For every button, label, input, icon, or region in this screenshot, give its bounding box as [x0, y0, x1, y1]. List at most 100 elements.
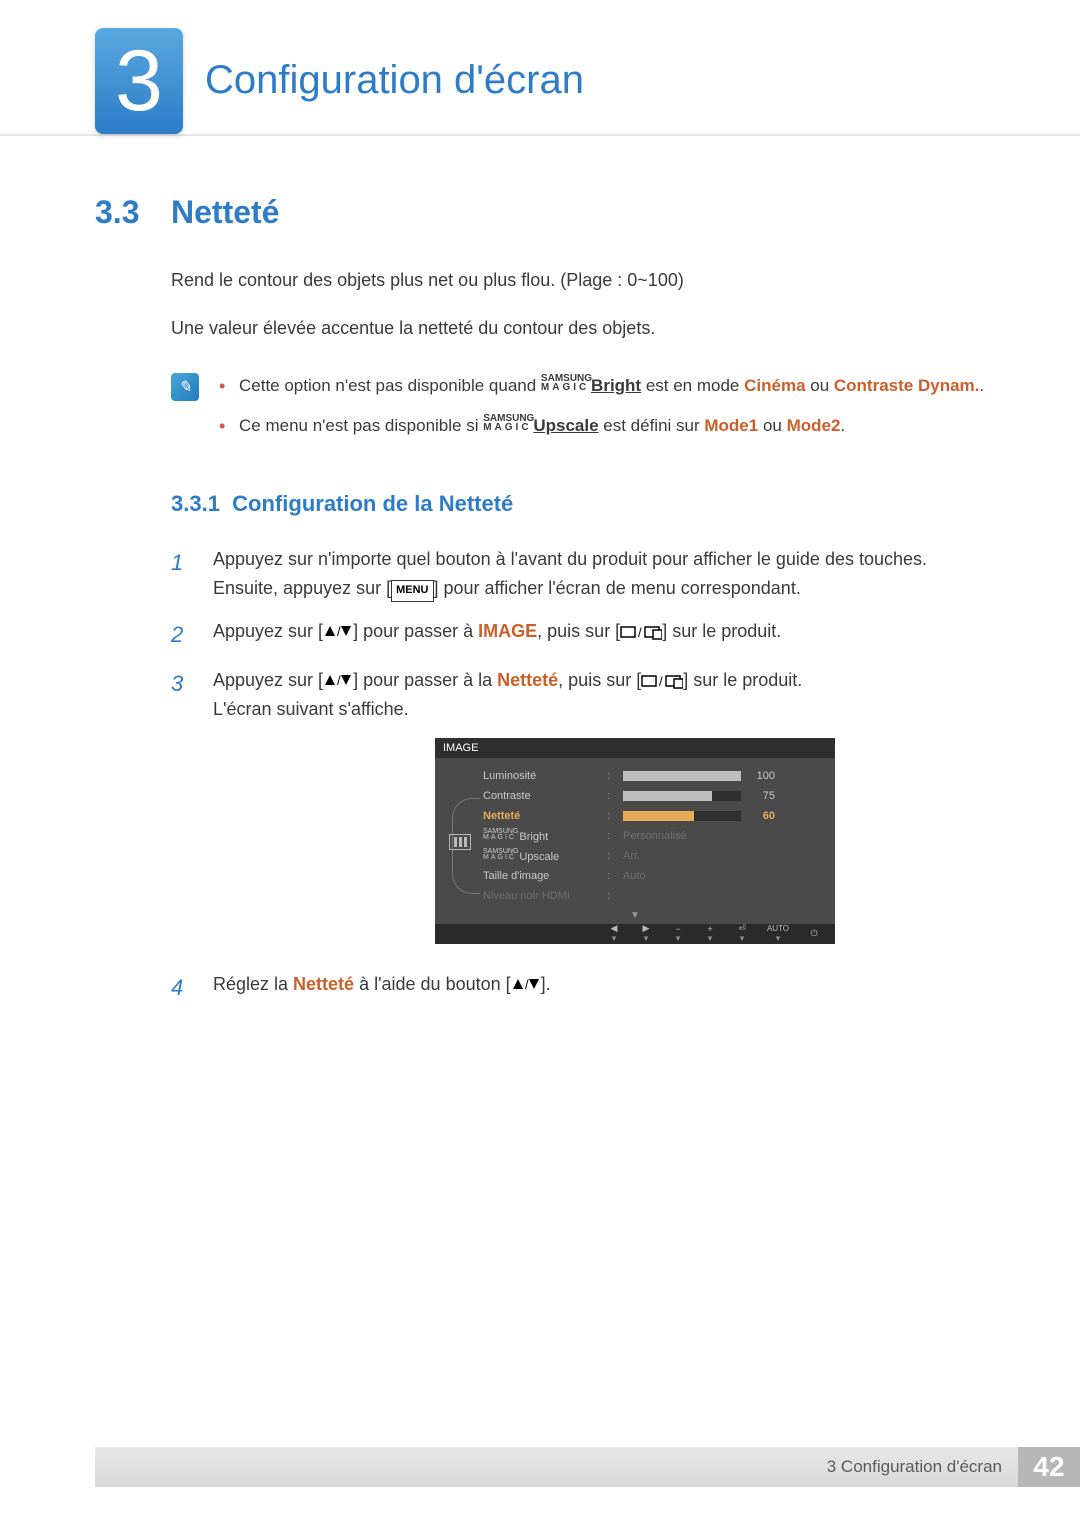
- rect-pair-icon: /: [620, 624, 662, 640]
- note-icon: ✎: [171, 373, 199, 401]
- image-label: IMAGE: [478, 621, 537, 641]
- osd-value: 100: [747, 770, 775, 782]
- steps-list: 1 Appuyez sur n'importe quel bouton à l'…: [171, 545, 985, 723]
- chapter-header: 3 Configuration d'écran: [95, 28, 985, 134]
- note-box: ✎ Cette option n'est pas disponible quan…: [171, 373, 985, 454]
- menu-key-icon: MENU: [391, 580, 433, 602]
- svg-text:/: /: [337, 673, 341, 687]
- osd-row-label: Luminosité: [483, 770, 601, 782]
- up-down-triangle-icon: /: [323, 673, 353, 687]
- note1-text-b: est en mode: [641, 376, 744, 395]
- page-footer: 3 Configuration d'écran 42: [95, 1447, 1080, 1487]
- footer-page-number: 42: [1018, 1447, 1080, 1487]
- osd-enter-icon: ⏎▼: [731, 924, 753, 943]
- step-number: 4: [171, 970, 195, 1005]
- osd-row: SAMSUNGMAGICBright:Personnalisé: [483, 826, 825, 846]
- osd-slider: [623, 771, 741, 781]
- step-3: 3 Appuyez sur [ / ] pour passer à la Nette…: [171, 666, 985, 724]
- mode1-label: Mode1: [704, 416, 758, 435]
- svg-text:/: /: [337, 624, 341, 638]
- step-2: 2 Appuyez sur [ / ] pour passer à IMAGE, p…: [171, 617, 985, 652]
- step2-text-a: Appuyez sur [: [213, 621, 323, 641]
- magic-upscale-label: Upscale: [533, 416, 598, 435]
- osd-value: 60: [747, 810, 775, 822]
- note-bullet-2: Ce menu n'est pas disponible si SAMSUNGM…: [217, 413, 984, 439]
- subsection-heading: 3.3.1 Configuration de la Netteté: [171, 491, 985, 517]
- osd-row: Taille d'image:Auto: [483, 866, 825, 886]
- svg-text:/: /: [638, 625, 642, 640]
- note-bullet-1: Cette option n'est pas disponible quand …: [217, 373, 984, 399]
- samsung-magic-logo: SAMSUNGMAGIC: [483, 414, 534, 432]
- subsection-title: Configuration de la Netteté: [232, 491, 513, 516]
- osd-row: Netteté:60: [483, 806, 825, 826]
- osd-minus-icon: −▼: [667, 924, 689, 943]
- step4-text-a: Réglez la: [213, 974, 293, 994]
- note2-text-b: est défini sur: [599, 416, 705, 435]
- svg-text:/: /: [525, 977, 529, 991]
- osd-slider: [623, 791, 741, 801]
- step2-text-c: , puis sur [: [537, 621, 620, 641]
- step4-text-b: à l'aide du bouton [: [354, 974, 511, 994]
- mode-contrast-dynam: Contraste Dynam.: [834, 376, 979, 395]
- osd-row-label: Niveau noir HDMI: [483, 890, 601, 902]
- osd-text-value: Auto: [623, 870, 646, 882]
- mode2-label: Mode2: [787, 416, 841, 435]
- note-list: Cette option n'est pas disponible quand …: [217, 373, 984, 454]
- osd-nav-right-icon: ▶▼: [635, 924, 657, 943]
- osd-title: IMAGE: [435, 738, 835, 758]
- footer-chapter-label: 3 Configuration d'écran: [95, 1447, 1018, 1487]
- chapter-number-badge: 3: [95, 28, 183, 134]
- osd-value: 75: [747, 790, 775, 802]
- osd-category-icon: [449, 834, 471, 850]
- rect-pair-icon: /: [641, 673, 683, 689]
- step2-text-b: ] pour passer à: [353, 621, 478, 641]
- step-1: 1 Appuyez sur n'importe quel bouton à l'…: [171, 545, 985, 603]
- note2-text-c: ou: [758, 416, 786, 435]
- samsung-magic-logo: SAMSUNGMAGIC: [541, 374, 592, 392]
- osd-screenshot: IMAGE Luminosité:100Contraste:75Netteté:…: [435, 738, 985, 944]
- osd-row: SAMSUNGMAGICUpscale:Arr.: [483, 846, 825, 866]
- section-title: Netteté: [171, 194, 279, 230]
- nettete-label: Netteté: [293, 974, 354, 994]
- step3-text-e: L'écran suivant s'affiche.: [213, 699, 409, 719]
- note1-text-a: Cette option n'est pas disponible quand: [239, 376, 541, 395]
- note1-text-d: .: [979, 376, 984, 395]
- section-heading: 3.3Netteté: [95, 194, 985, 231]
- step3-text-a: Appuyez sur [: [213, 670, 323, 690]
- note2-text-d: .: [840, 416, 845, 435]
- osd-auto-label: AUTO▼: [763, 924, 793, 943]
- up-down-triangle-icon: /: [323, 624, 353, 638]
- osd-power-icon: ⏻: [803, 929, 825, 939]
- note1-text-c: ou: [806, 376, 834, 395]
- intro-paragraph-2: Une valeur élevée accentue la netteté du…: [171, 315, 985, 343]
- osd-more-down-icon: ▼: [435, 910, 835, 924]
- step4-text-c: ].: [541, 974, 551, 994]
- step-number: 1: [171, 545, 195, 603]
- up-down-triangle-icon: /: [511, 977, 541, 991]
- step1-text-b: ] pour afficher l'écran de menu correspo…: [434, 578, 801, 598]
- mode-cinema: Cinéma: [744, 376, 805, 395]
- osd-footer: ◀▼ ▶▼ −▼ +▼ ⏎▼ AUTO▼ ⏻: [435, 924, 835, 944]
- note2-text-a: Ce menu n'est pas disponible si: [239, 416, 483, 435]
- intro-paragraph-1: Rend le contour des objets plus net ou p…: [171, 267, 985, 295]
- osd-row-label: SAMSUNGMAGICBright: [483, 829, 601, 843]
- nettete-label: Netteté: [497, 670, 558, 690]
- magic-bright-label: Bright: [591, 376, 641, 395]
- osd-plus-icon: +▼: [699, 924, 721, 943]
- osd-row-label: Contraste: [483, 790, 601, 802]
- step-number: 2: [171, 617, 195, 652]
- step3-text-d: ] sur le produit.: [683, 670, 802, 690]
- svg-text:/: /: [659, 674, 663, 689]
- osd-slider: [623, 811, 741, 821]
- osd-text-value: Arr.: [623, 850, 640, 862]
- osd-row-label: SAMSUNGMAGICUpscale: [483, 849, 601, 863]
- step2-text-d: ] sur le produit.: [662, 621, 781, 641]
- osd-row: Contraste:75: [483, 786, 825, 806]
- header-divider: [0, 134, 1080, 136]
- step3-text-c: , puis sur [: [558, 670, 641, 690]
- step-number: 3: [171, 666, 195, 724]
- osd-text-value: Personnalisé: [623, 830, 687, 842]
- step3-text-b: ] pour passer à la: [353, 670, 497, 690]
- step-4: 4 Réglez la Netteté à l'aide du bouton […: [171, 970, 985, 1005]
- osd-row: Niveau noir HDMI:: [483, 886, 825, 906]
